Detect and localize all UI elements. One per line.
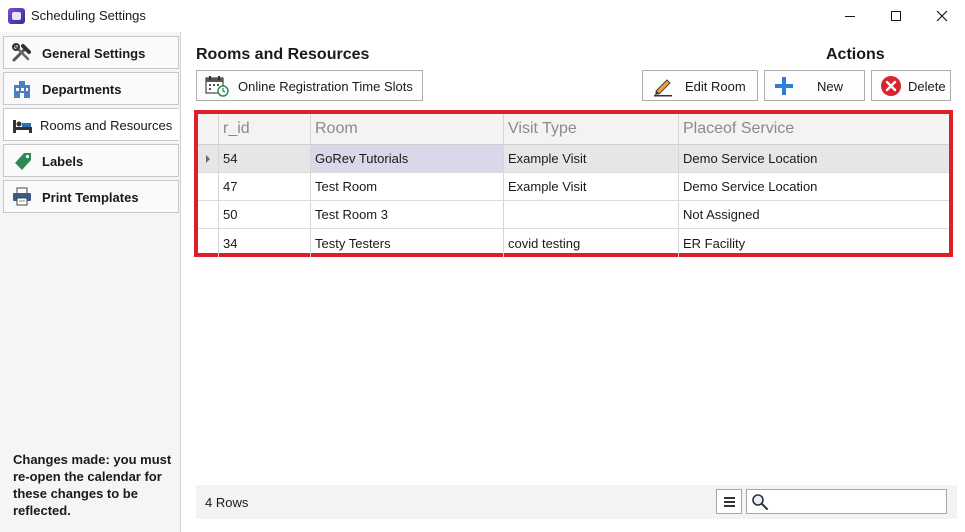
delete-label: Delete bbox=[908, 79, 946, 94]
row-indicator[interactable] bbox=[198, 201, 219, 228]
sidebar-item-print-templates[interactable]: Print Templates bbox=[3, 180, 179, 213]
cell-room[interactable]: Test Room 3 bbox=[311, 201, 504, 228]
rooms-grid-highlight: r_id Room Visit Type Placeof Service 54 … bbox=[194, 110, 953, 257]
title-bar: Scheduling Settings bbox=[0, 0, 965, 32]
cell-room[interactable]: GoRev Tutorials bbox=[311, 145, 504, 172]
online-registration-time-slots-button[interactable]: Online Registration Time Slots bbox=[196, 70, 423, 101]
grid-status-bar: 4 Rows bbox=[196, 485, 957, 519]
cell-room[interactable]: Test Room bbox=[311, 173, 504, 200]
building-icon bbox=[14, 81, 30, 98]
pencil-icon bbox=[654, 79, 672, 97]
grid-header-row: r_id Room Visit Type Placeof Service bbox=[198, 114, 949, 145]
cell-room[interactable]: Testy Testers bbox=[311, 229, 504, 257]
sidebar-item-label: General Settings bbox=[42, 46, 146, 61]
table-row[interactable]: 50 Test Room 3 Not Assigned bbox=[198, 201, 949, 229]
cell-visit-type[interactable] bbox=[504, 201, 679, 228]
actions-title: Actions bbox=[826, 46, 885, 63]
column-header-place-of-service[interactable]: Placeof Service bbox=[679, 114, 949, 144]
row-indicator[interactable] bbox=[198, 173, 219, 200]
new-label: New bbox=[817, 79, 844, 94]
online-registration-label: Online Registration Time Slots bbox=[238, 79, 413, 94]
delete-icon bbox=[881, 76, 901, 96]
sidebar-item-label: Print Templates bbox=[42, 190, 139, 205]
cell-visit-type[interactable]: covid testing bbox=[504, 229, 679, 257]
bed-icon bbox=[13, 120, 32, 133]
minimize-button[interactable] bbox=[827, 0, 873, 32]
hamburger-icon bbox=[724, 497, 735, 499]
changes-footnote: Changes made: you must re-open the calen… bbox=[13, 452, 172, 518]
sidebar-item-label: Labels bbox=[42, 154, 84, 169]
sidebar-item-label: Departments bbox=[42, 82, 122, 97]
maximize-icon bbox=[891, 11, 901, 21]
minimize-icon bbox=[845, 15, 855, 17]
cell-visit-type[interactable]: Example Visit bbox=[504, 173, 679, 200]
delete-button[interactable]: Delete bbox=[871, 70, 951, 101]
tag-icon bbox=[15, 153, 31, 170]
new-button[interactable]: New bbox=[764, 70, 865, 101]
tools-icon bbox=[12, 43, 31, 62]
cell-r-id[interactable]: 34 bbox=[219, 229, 311, 257]
cell-r-id[interactable]: 50 bbox=[219, 201, 311, 228]
sidebar-item-departments[interactable]: Departments bbox=[3, 72, 179, 105]
cell-place-of-service[interactable]: Not Assigned bbox=[679, 201, 949, 228]
grid-menu-button[interactable] bbox=[716, 489, 742, 514]
table-row[interactable]: 34 Testy Testers covid testing ER Facili… bbox=[198, 229, 949, 257]
sidebar-item-label: Rooms and Resources bbox=[40, 118, 173, 133]
section-title: Rooms and Resources bbox=[196, 46, 370, 63]
sidebar-item-general-settings[interactable]: General Settings bbox=[3, 36, 179, 69]
plus-icon bbox=[775, 77, 793, 95]
search-icon bbox=[752, 494, 768, 510]
cell-r-id[interactable]: 47 bbox=[219, 173, 311, 200]
row-count: 4 Rows bbox=[205, 495, 249, 510]
cell-place-of-service[interactable]: ER Facility bbox=[679, 229, 949, 257]
sidebar-item-rooms-and-resources[interactable]: Rooms and Resources bbox=[3, 108, 179, 141]
cell-place-of-service[interactable]: Demo Service Location bbox=[679, 145, 949, 172]
close-icon bbox=[936, 10, 948, 22]
row-indicator[interactable] bbox=[198, 145, 219, 172]
table-row[interactable]: 54 GoRev Tutorials Example Visit Demo Se… bbox=[198, 145, 949, 173]
row-indicator[interactable] bbox=[198, 229, 219, 257]
sidebar: General Settings Departments Rooms and R… bbox=[0, 32, 181, 532]
main-panel: Rooms and Resources Actions Online Regis… bbox=[181, 32, 965, 532]
maximize-button[interactable] bbox=[873, 0, 919, 32]
cell-r-id[interactable]: 54 bbox=[219, 145, 311, 172]
row-indicator-header bbox=[198, 114, 219, 144]
rooms-grid: r_id Room Visit Type Placeof Service 54 … bbox=[198, 114, 949, 257]
cell-visit-type[interactable]: Example Visit bbox=[504, 145, 679, 172]
column-header-r-id[interactable]: r_id bbox=[219, 114, 311, 144]
calendar-clock-icon bbox=[205, 76, 229, 97]
edit-room-label: Edit Room bbox=[685, 79, 746, 94]
edit-room-button[interactable]: Edit Room bbox=[642, 70, 758, 101]
column-header-visit-type[interactable]: Visit Type bbox=[504, 114, 679, 144]
cell-place-of-service[interactable]: Demo Service Location bbox=[679, 173, 949, 200]
printer-icon bbox=[13, 187, 31, 206]
window-title: Scheduling Settings bbox=[31, 8, 146, 23]
column-header-room[interactable]: Room bbox=[311, 114, 504, 144]
app-logo-icon bbox=[8, 8, 25, 24]
table-row[interactable]: 47 Test Room Example Visit Demo Service … bbox=[198, 173, 949, 201]
current-row-arrow-icon bbox=[206, 154, 210, 163]
sidebar-item-labels[interactable]: Labels bbox=[3, 144, 179, 177]
close-button[interactable] bbox=[919, 0, 965, 32]
grid-search-input[interactable] bbox=[746, 489, 947, 514]
